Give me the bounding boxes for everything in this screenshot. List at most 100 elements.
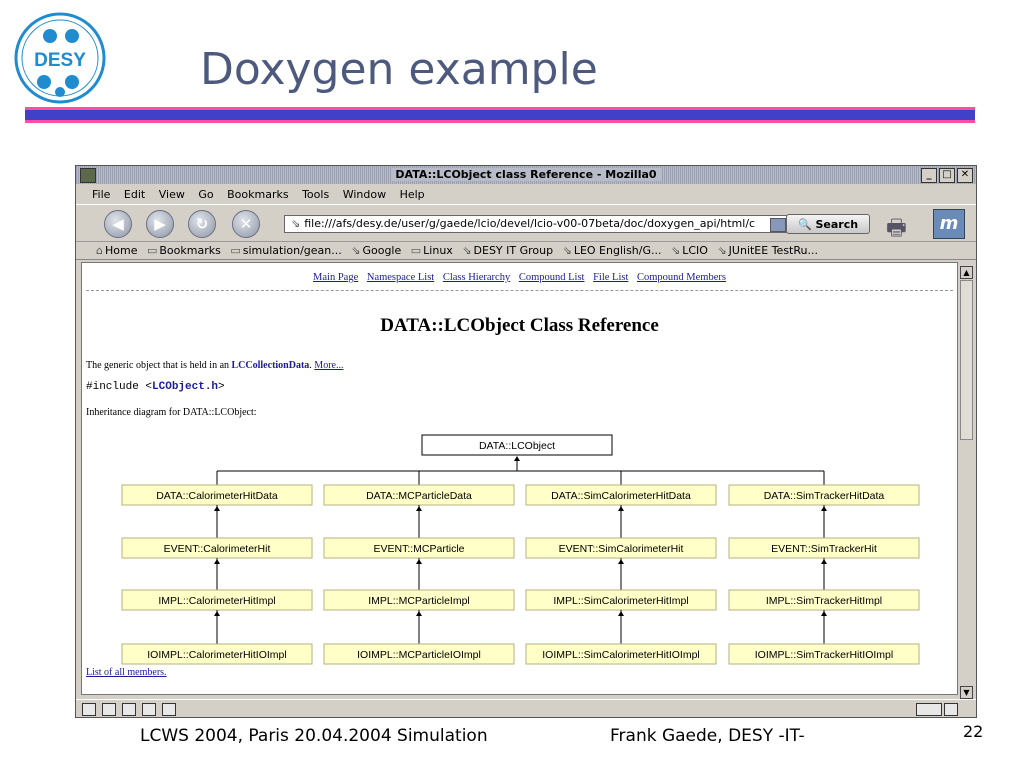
diagram-class-label[interactable]: IMPL::CalorimeterHitImpl: [158, 595, 275, 607]
minimize-button[interactable]: _: [921, 168, 937, 183]
scroll-up-icon[interactable]: ▲: [960, 266, 973, 279]
menubar: File Edit View Go Bookmarks Tools Window…: [76, 185, 976, 203]
navigator-icon[interactable]: [82, 703, 96, 716]
diagram-arrowhead: [214, 559, 220, 564]
mozilla-throbber-icon[interactable]: m: [933, 209, 965, 239]
bookmark-google[interactable]: ⇘ Google: [351, 244, 401, 257]
reload-icon[interactable]: ↻: [188, 210, 216, 238]
bookmark-label: DESY IT Group: [473, 244, 554, 257]
bookmark-label: Bookmarks: [159, 244, 221, 257]
diagram-class-label[interactable]: IOIMPL::SimTrackerHitIOImpl: [755, 649, 893, 661]
page-content: Main Page Namespace List Class Hierarchy…: [81, 262, 958, 695]
menu-tools[interactable]: Tools: [302, 188, 329, 201]
diagram-arrowhead: [514, 456, 520, 461]
diagram-arrowhead: [416, 559, 422, 564]
diagram-class-label[interactable]: DATA::MCParticleData: [366, 490, 472, 502]
back-icon[interactable]: ◀: [104, 210, 132, 238]
stop-icon[interactable]: ✕: [232, 210, 260, 238]
search-button-label: Search: [815, 218, 859, 231]
mail-icon[interactable]: [102, 703, 116, 716]
url-dropdown-icon[interactable]: [770, 218, 786, 232]
link-icon: ⇘: [717, 244, 727, 257]
bookmark-label: JUnitEE TestRu...: [728, 244, 818, 257]
diagram-root-label[interactable]: DATA::LCObject: [479, 440, 555, 452]
menu-file[interactable]: File: [92, 188, 110, 201]
footer-left: LCWS 2004, Paris 20.04.2004 Simulation: [140, 726, 488, 746]
diagram-arrowhead: [214, 506, 220, 511]
diagram-class-label[interactable]: IMPL::MCParticleImpl: [368, 595, 470, 607]
browser-window: DATA::LCObject class Reference - Mozilla…: [75, 165, 977, 718]
scroll-down-icon[interactable]: ▼: [960, 686, 973, 699]
link-icon: ⇘: [351, 244, 361, 257]
close-button[interactable]: ✕: [957, 168, 973, 183]
link-icon: ⇘: [462, 244, 472, 257]
logo-text: DESY: [34, 50, 86, 71]
menu-bookmarks[interactable]: Bookmarks: [227, 188, 288, 201]
diagram-arrowhead: [214, 611, 220, 616]
bookmark-desy-it[interactable]: ⇘ DESY IT Group: [462, 244, 553, 257]
folder-icon: ▭: [146, 244, 158, 257]
bookmark-label: Google: [362, 244, 402, 257]
link-icon: ⇘: [562, 244, 572, 257]
bookmark-label: simulation/gean...: [242, 244, 342, 257]
diagram-arrowhead: [618, 611, 624, 616]
folder-icon: ▭: [230, 244, 241, 257]
bookmark-junitee[interactable]: ⇘ JUnitEE TestRu...: [717, 244, 818, 257]
menu-go[interactable]: Go: [198, 188, 213, 201]
navigation-toolbar: ◀ ▶ ↻ ✕ ⇘ file:///afs/desy.de/user/g/gaed…: [76, 204, 976, 242]
addressbook-icon[interactable]: [162, 703, 176, 716]
menu-window[interactable]: Window: [343, 188, 386, 201]
status-bar: [76, 699, 976, 718]
bookmark-simulation[interactable]: ▭ simulation/gean...: [230, 244, 341, 257]
url-input[interactable]: ⇘ file:///afs/desy.de/user/g/gaede/lcio/d…: [284, 215, 789, 233]
window-titlebar[interactable]: DATA::LCObject class Reference - Mozilla…: [76, 166, 976, 184]
diagram-class-label[interactable]: DATA::SimTrackerHitData: [764, 490, 885, 502]
diagram-class-label[interactable]: IOIMPL::CalorimeterHitIOImpl: [147, 649, 286, 661]
diagram-class-label[interactable]: IOIMPL::SimCalorimeterHitIOImpl: [542, 649, 700, 661]
diagram-arrowhead: [416, 506, 422, 511]
diagram-class-label[interactable]: EVENT::CalorimeterHit: [164, 543, 271, 555]
maximize-button[interactable]: □: [939, 168, 955, 183]
window-title: DATA::LCObject class Reference - Mozilla…: [391, 168, 661, 181]
forward-icon[interactable]: ▶: [146, 210, 174, 238]
diagram-arrowhead: [618, 559, 624, 564]
url-text: file:///afs/desy.de/user/g/gaede/lcio/de…: [304, 217, 756, 230]
diagram-class-label[interactable]: EVENT::SimTrackerHit: [771, 543, 877, 555]
desy-logo: DESY: [14, 12, 106, 104]
search-button[interactable]: 🔍 Search: [786, 214, 870, 234]
diagram-class-label[interactable]: IMPL::SimTrackerHitImpl: [766, 595, 882, 607]
bookmark-bookmarks[interactable]: ▭ Bookmarks: [147, 244, 221, 257]
page-number: 22: [963, 722, 984, 741]
title-underline-bar: [25, 107, 975, 123]
bookmark-linux[interactable]: ▭ Linux: [411, 244, 453, 257]
composer-icon[interactable]: [142, 703, 156, 716]
menu-help[interactable]: Help: [400, 188, 425, 201]
scroll-thumb[interactable]: [960, 280, 973, 440]
diagram-arrowhead: [618, 506, 624, 511]
diagram-arrowhead: [821, 611, 827, 616]
diagram-class-label[interactable]: EVENT::MCParticle: [373, 543, 464, 555]
menu-view[interactable]: View: [159, 188, 185, 201]
menu-edit[interactable]: Edit: [124, 188, 145, 201]
diagram-class-label[interactable]: DATA::SimCalorimeterHitData: [551, 490, 691, 502]
chat-icon[interactable]: [122, 703, 136, 716]
diagram-arrowhead: [821, 559, 827, 564]
bookmark-leo[interactable]: ⇘ LEO English/G...: [563, 244, 662, 257]
diagram-class-label[interactable]: IMPL::SimCalorimeterHitImpl: [553, 595, 688, 607]
diagram-arrowhead: [416, 611, 422, 616]
print-icon[interactable]: 🖶: [886, 211, 918, 241]
diagram-class-label[interactable]: IOIMPL::MCParticleIOImpl: [357, 649, 481, 661]
security-lock-icon: [944, 703, 958, 716]
vertical-scrollbar[interactable]: ▲ ▼: [960, 266, 973, 699]
home-icon: ⌂: [96, 244, 103, 257]
inheritance-diagram: DATA::LCObjectDATA::CalorimeterHitDataEV…: [121, 434, 920, 665]
list-all-members-link[interactable]: List of all members.: [86, 667, 167, 678]
diagram-class-label[interactable]: EVENT::SimCalorimeterHit: [559, 543, 684, 555]
diagram-class-label[interactable]: DATA::CalorimeterHitData: [156, 490, 278, 502]
folder-icon: ▭: [410, 244, 422, 257]
bookmark-home[interactable]: ⌂ Home: [96, 244, 137, 257]
bookmark-label: Home: [104, 244, 138, 257]
footer-right: Frank Gaede, DESY -IT-: [610, 726, 805, 746]
bookmark-label: LCIO: [682, 244, 708, 257]
bookmark-lcio[interactable]: ⇘ LCIO: [671, 244, 708, 257]
